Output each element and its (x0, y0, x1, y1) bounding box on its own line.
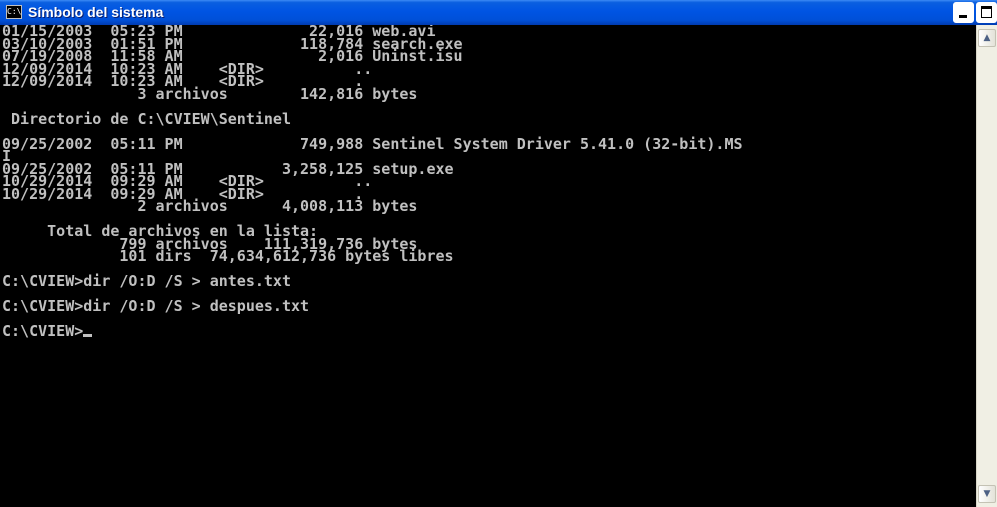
console-line-text: C:\CVIEW>dir /O:D /S > antes.txt (2, 272, 291, 290)
console-lines: 01/15/2003 05:23 PM 22,016 web.avi 03/10/… (0, 25, 976, 340)
console-line: 2 archivos 4,008,113 bytes (2, 197, 976, 215)
console-line-text: 09/25/2002 05:11 PM 749,988 Sentinel Sys… (2, 134, 743, 153)
console-line-text: C:\CVIEW>dir /O:D /S > despues.txt (2, 297, 310, 315)
console-line: Directorio de C:\CVIEW\Sentinel (2, 109, 976, 128)
title-bar[interactable]: C:\ Símbolo del sistema ✕ (0, 0, 997, 25)
arrow-down-icon: ▼ (983, 489, 991, 499)
console-line: C:\CVIEW>dir /O:D /S > despues.txt (2, 297, 976, 315)
scroll-down-button[interactable]: ▼ (978, 485, 996, 503)
vertical-scrollbar[interactable]: ▲ ▼ (976, 25, 997, 507)
maximize-button[interactable] (976, 2, 997, 23)
arrow-up-icon: ▲ (983, 33, 991, 43)
console-icon[interactable]: C:\ (6, 5, 22, 19)
maximize-icon (981, 6, 992, 18)
console-line: 101 dirs 74,634,612,736 bytes libres (2, 247, 976, 265)
console-line: 09/25/2002 05:11 PM 749,988 Sentinel Sys… (2, 134, 976, 153)
console-line: C:\CVIEW>dir /O:D /S > antes.txt (2, 272, 976, 290)
console-output[interactable]: 01/15/2003 05:23 PM 22,016 web.avi 03/10/… (0, 25, 976, 507)
console-line: C:\CVIEW> (2, 322, 976, 340)
minimize-icon (959, 15, 967, 18)
minimize-button[interactable] (953, 2, 974, 23)
console-line-text: 2 archivos 4,008,113 bytes (2, 197, 418, 215)
command-prompt-window[interactable]: C:\ Símbolo del sistema ✕ 01/15/2003 05:… (0, 0, 997, 507)
scroll-up-button[interactable]: ▲ (978, 29, 996, 47)
console-line: 3 archivos 142,816 bytes (2, 84, 976, 103)
console-line-text: 101 dirs 74,634,612,736 bytes libres (2, 247, 454, 265)
text-cursor (83, 334, 93, 337)
window-title: Símbolo del sistema (28, 4, 164, 20)
console-line-text: C:\CVIEW> (2, 322, 84, 340)
console-line-text: Directorio de C:\CVIEW\Sentinel (2, 109, 291, 128)
console-line-text: 3 archivos 142,816 bytes (2, 84, 418, 103)
